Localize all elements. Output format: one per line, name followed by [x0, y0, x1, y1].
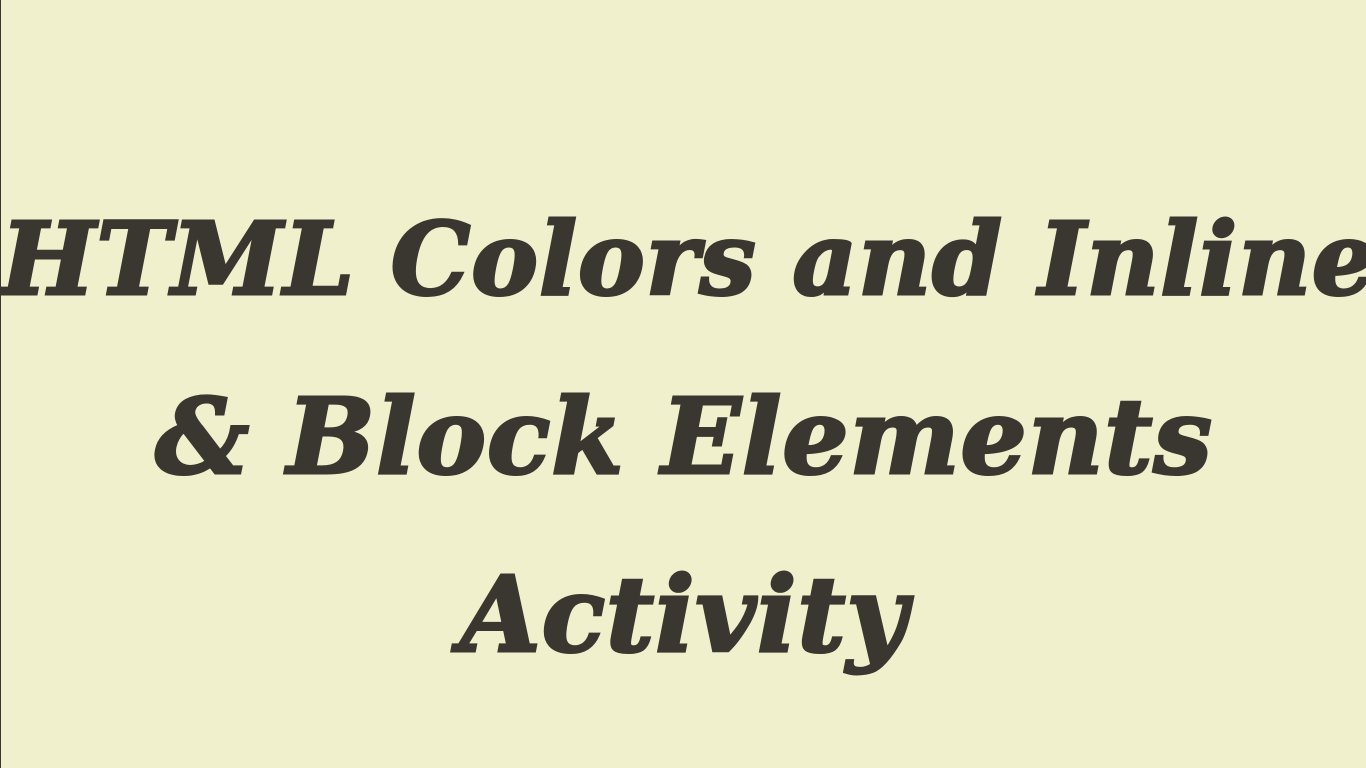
slide-title: HTML Colors and Inline & Block Elements …	[0, 170, 1366, 704]
title-line-1: HTML Colors and Inline	[0, 199, 1366, 320]
title-line-3: Activity	[459, 552, 909, 678]
title-line-2: & Block Elements	[154, 374, 1214, 500]
slide: HTML Colors and Inline & Block Elements …	[0, 0, 1366, 768]
